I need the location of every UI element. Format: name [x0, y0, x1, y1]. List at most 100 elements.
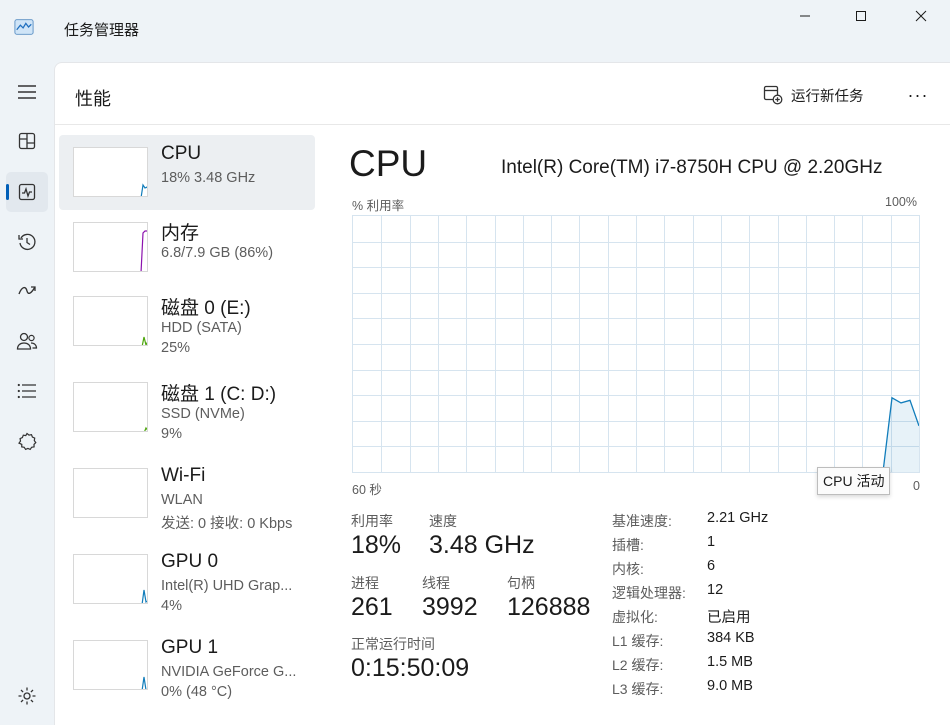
resource-item-wifi[interactable]: Wi-Fi WLAN 发送: 0 接收: 0 Kbps	[59, 465, 315, 554]
task-manager-icon	[14, 19, 34, 35]
speed-label: 速度	[429, 513, 457, 529]
resource-name: GPU 1	[161, 637, 219, 658]
settings-icon	[18, 687, 36, 705]
nav-menu-button[interactable]	[6, 72, 48, 112]
graph-y-max-label: 100%	[885, 195, 917, 209]
nav-item-services[interactable]	[6, 421, 48, 461]
cpu-utilization-graph	[352, 215, 920, 473]
resource-detail-2: 25%	[161, 340, 191, 356]
nav-item-details[interactable]	[6, 371, 48, 411]
resource-name: 磁盘 1 (C: D:)	[161, 384, 277, 405]
page-header: 性能 运行新任务 ···	[55, 63, 950, 125]
threads-value: 3992	[422, 593, 478, 621]
resource-list: CPU 18% 3.48 GHz 内存 6.8/7.9 GB (86%) 磁盘 …	[59, 135, 315, 725]
processes-value: 261	[351, 593, 393, 621]
resource-detail: Intel(R) UHD Grap...	[161, 578, 293, 594]
resource-item-gpu0[interactable]: GPU 0 Intel(R) UHD Grap... 4%	[59, 551, 315, 640]
close-icon	[915, 10, 927, 22]
spec-key: 基准速度:	[612, 513, 672, 529]
disk0-thumbnail-graph	[73, 296, 148, 346]
spec-value: 1.5 MB	[707, 654, 753, 670]
spec-key: 内核:	[612, 561, 644, 577]
maximize-button[interactable]	[832, 0, 890, 32]
resource-detail: SSD (NVMe)	[161, 406, 245, 422]
resource-item-disk1[interactable]: 磁盘 1 (C: D:) SSD (NVMe) 9%	[59, 382, 315, 468]
resource-detail: 6.8/7.9 GB (86%)	[161, 245, 274, 261]
utilization-label: 利用率	[351, 513, 393, 529]
graph-time-span-label: 60 秒	[352, 483, 382, 497]
spec-value: 384 KB	[707, 630, 755, 646]
spec-key: L2 缓存:	[612, 657, 664, 673]
handles-label: 句柄	[507, 575, 535, 591]
processes-label: 进程	[351, 575, 379, 591]
performance-icon	[18, 183, 36, 201]
more-options-button[interactable]: ···	[903, 81, 933, 109]
detail-title: CPU	[349, 143, 428, 184]
spec-value: 6	[707, 558, 716, 574]
memory-thumbnail-graph	[73, 222, 148, 272]
graph-y-min-label: 0	[913, 479, 920, 493]
maximize-icon	[856, 11, 866, 21]
spec-key: L1 缓存:	[612, 633, 664, 649]
resource-detail: NVIDIA GeForce G...	[161, 664, 297, 680]
gpu1-thumbnail-graph	[73, 640, 148, 690]
resource-detail: WLAN	[161, 492, 203, 508]
run-task-icon	[763, 85, 783, 105]
resource-detail-2: 0% (48 °C)	[161, 684, 233, 700]
processes-icon	[18, 132, 36, 150]
uptime-value: 0:15:50:09	[351, 654, 470, 682]
resource-detail-2: 4%	[161, 598, 182, 614]
run-new-task-label: 运行新任务	[791, 88, 864, 105]
minimize-icon	[800, 15, 810, 17]
spec-key: L3 缓存:	[612, 681, 664, 697]
resource-item-memory[interactable]: 内存 6.8/7.9 GB (86%)	[59, 210, 315, 296]
resource-item-cpu[interactable]: CPU 18% 3.48 GHz	[59, 135, 315, 210]
cpu-model-name: Intel(R) Core(TM) i7-8750H CPU @ 2.20GHz	[501, 157, 883, 178]
resource-name: 内存	[161, 223, 200, 244]
threads-label: 线程	[422, 575, 450, 591]
resource-name: 磁盘 0 (E:)	[161, 298, 251, 319]
startup-icon	[18, 286, 36, 295]
more-options-icon: ···	[907, 84, 929, 105]
spec-key: 虚拟化:	[612, 609, 658, 625]
title-bar: 任务管理器	[0, 0, 950, 58]
spec-value: 1	[707, 534, 716, 550]
resource-name: GPU 0	[161, 551, 219, 572]
spec-value: 9.0 MB	[707, 678, 753, 694]
app-title: 任务管理器	[64, 22, 140, 39]
nav-item-settings[interactable]	[6, 676, 48, 716]
hamburger-icon	[18, 85, 36, 99]
resource-name: Wi-Fi	[161, 465, 206, 486]
history-icon	[18, 233, 36, 251]
graph-tooltip: CPU 活动	[817, 467, 891, 495]
wifi-thumbnail-graph	[73, 468, 148, 518]
resource-detail-2: 9%	[161, 426, 182, 442]
nav-item-startup-apps[interactable]	[6, 271, 48, 311]
resource-detail-2: 发送: 0 接收: 0 Kbps	[161, 516, 293, 532]
resource-detail: 18% 3.48 GHz	[161, 170, 256, 186]
run-new-task-button[interactable]: 运行新任务	[763, 81, 864, 109]
handles-value: 126888	[507, 593, 591, 621]
spec-key: 逻辑处理器:	[612, 585, 686, 601]
cpu-thumbnail-graph	[73, 147, 148, 197]
nav-item-app-history[interactable]	[6, 222, 48, 262]
nav-item-performance[interactable]	[6, 172, 48, 212]
spec-value: 已启用	[707, 610, 751, 626]
minimize-button[interactable]	[776, 0, 834, 32]
graph-y-axis-label: % 利用率	[352, 199, 405, 213]
spec-value: 2.21 GHz	[707, 510, 769, 526]
resource-item-disk0[interactable]: 磁盘 0 (E:) HDD (SATA) 25%	[59, 296, 315, 382]
nav-item-users[interactable]	[6, 321, 48, 361]
disk1-thumbnail-graph	[73, 382, 148, 432]
main-panel: 性能 运行新任务 ··· CPU 18% 3.48 GHz 内存 6.8/7.9…	[54, 62, 950, 725]
resource-name: CPU	[161, 143, 202, 164]
spec-key: 插槽:	[612, 537, 644, 553]
uptime-label: 正常运行时间	[351, 636, 435, 652]
close-button[interactable]	[892, 0, 950, 32]
gpu0-thumbnail-graph	[73, 554, 148, 604]
services-icon	[18, 432, 37, 451]
utilization-value: 18%	[351, 531, 402, 559]
resource-detail: HDD (SATA)	[161, 320, 242, 336]
resource-item-gpu1[interactable]: GPU 1 NVIDIA GeForce G... 0% (48 °C)	[59, 637, 315, 725]
nav-item-processes[interactable]	[6, 121, 48, 161]
